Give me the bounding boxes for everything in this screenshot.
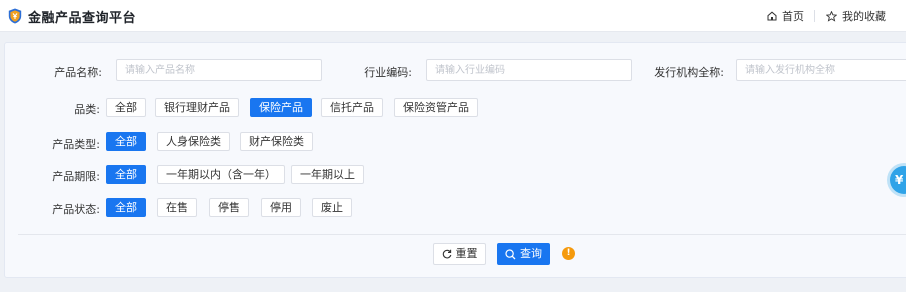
- shield-logo-icon: [8, 8, 22, 24]
- nav-home-label: 首页: [782, 10, 804, 23]
- panel-divider: [18, 234, 906, 235]
- reset-label: 重置: [455, 247, 478, 260]
- term-option-all[interactable]: 全部: [106, 165, 146, 184]
- term-option-within-one-year[interactable]: 一年期以内（含一年）: [157, 165, 285, 184]
- status-option-on-sale[interactable]: 在售: [157, 198, 197, 217]
- term-option-over-one-year[interactable]: 一年期以上: [291, 165, 364, 184]
- category-option-all[interactable]: 全部: [106, 98, 146, 117]
- term-label: 产品期限:: [52, 170, 100, 183]
- star-icon: [826, 10, 837, 22]
- refresh-icon: [442, 249, 451, 259]
- top-header: 金融产品查询平台 首页 我的收藏: [0, 0, 906, 32]
- product-name-input[interactable]: [116, 59, 322, 81]
- issuer-name-label: 发行机构全称:: [654, 66, 724, 79]
- app-title: 金融产品查询平台: [28, 11, 137, 26]
- status-option-discontinued[interactable]: 停售: [209, 198, 249, 217]
- issuer-name-input[interactable]: [736, 59, 906, 81]
- product-type-option-property[interactable]: 财产保险类: [240, 132, 313, 151]
- nav-home-link[interactable]: 首页: [767, 8, 804, 24]
- home-icon: [767, 11, 777, 21]
- category-label: 品类:: [74, 103, 100, 116]
- status-option-all[interactable]: 全部: [106, 198, 146, 217]
- search-icon: [505, 248, 516, 259]
- category-option-trust[interactable]: 信托产品: [321, 98, 383, 117]
- industry-code-label: 行业编码:: [364, 66, 412, 79]
- status-option-abolished[interactable]: 废止: [312, 198, 352, 217]
- industry-code-input[interactable]: [426, 59, 632, 81]
- nav-favorites-link[interactable]: 我的收藏: [826, 8, 886, 24]
- category-option-insurance[interactable]: 保险产品: [250, 98, 312, 117]
- product-type-label: 产品类型:: [52, 138, 100, 151]
- product-type-option-all[interactable]: 全部: [106, 132, 146, 151]
- status-option-disabled[interactable]: 停用: [261, 198, 301, 217]
- reset-button[interactable]: 重置: [433, 243, 486, 265]
- search-label: 查询: [520, 247, 542, 260]
- nav-favorites-label: 我的收藏: [842, 10, 886, 23]
- status-label: 产品状态:: [52, 203, 100, 216]
- category-option-bank-wealth[interactable]: 银行理财产品: [155, 98, 239, 117]
- nav-divider: [814, 10, 815, 22]
- product-type-option-life[interactable]: 人身保险类: [157, 132, 230, 151]
- warning-icon[interactable]: !: [562, 247, 575, 260]
- category-option-insurance-asset-mgmt[interactable]: 保险资管产品: [394, 98, 478, 117]
- product-name-label: 产品名称:: [54, 66, 102, 79]
- search-button[interactable]: 查询: [497, 243, 550, 265]
